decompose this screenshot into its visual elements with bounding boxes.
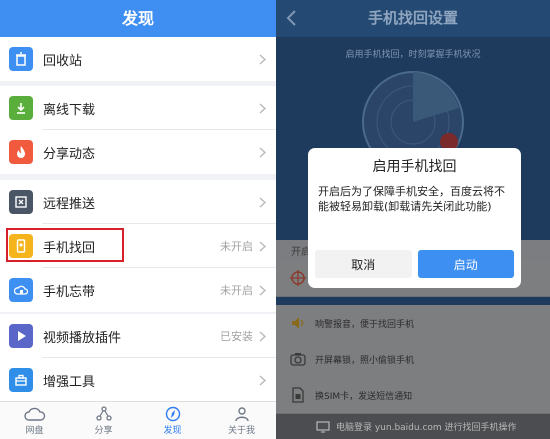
settings-subtitle: 启用手机找回，时刻掌握手机状况 [345,50,481,60]
flame-icon [9,140,33,164]
chevron-right-icon [259,240,266,252]
item-label: 回收站 [43,53,83,69]
remote-push-icon [9,190,33,214]
download-icon [9,96,33,120]
recycle-bin-icon [9,47,33,71]
person-icon [234,406,249,421]
item-label: 增强工具 [43,374,96,390]
discover-title-bar: 发现 [0,0,276,37]
settings-title-bar: 手机找回设置 [276,0,550,37]
list-item-recycle-bin[interactable]: 回收站 [0,37,276,81]
dialog-title: 启用手机找回 [372,159,457,175]
cancel-button[interactable]: 取消 [315,250,412,278]
cloud-phone-icon [9,278,33,302]
tab-label: 关于我 [227,425,255,436]
option-alarm: 响警报音，便于找回手机 [276,305,550,342]
list-item-share-activity[interactable]: 分享动态 [0,130,276,174]
list-item-remote-push[interactable]: 远程推送 [0,180,276,224]
page-title: 发现 [121,9,154,28]
enable-phone-find-dialog: 启用手机找回 开启后为了保障手机安全，百度云将不能被轻易卸载(卸载请先关闭此功能… [308,148,521,288]
list-item-phone-forgotten[interactable]: 手机忘带 未开启 [0,268,276,312]
bottom-tab-bar: 网盘 分享 发现 关于我 [0,401,276,439]
tab-label: 发现 [163,425,182,436]
sim-card-icon [290,387,306,403]
tab-label: 分享 [94,425,113,436]
item-status: 未开启 [220,284,253,297]
item-label: 视频播放插件 [43,330,122,346]
tab-label: 网盘 [25,425,44,436]
dialog-message: 开启后为了保障手机安全，百度云将不能被轻易卸载(卸载请先关闭此功能) [318,185,505,213]
target-icon [290,270,306,286]
option-screen-lock: 开屏幕锁，照小偷锁手机 [276,341,550,378]
list-item-video-plugin[interactable]: 视频播放插件 已安装 [0,314,276,358]
item-label: 手机忘带 [43,284,96,300]
chevron-right-icon [259,53,266,65]
play-icon [9,324,33,348]
tab-discover[interactable]: 发现 [138,402,207,439]
chevron-right-icon [259,374,266,386]
highlight-box [6,228,124,262]
chevron-right-icon [259,330,266,342]
tab-netdisk[interactable]: 网盘 [0,402,69,439]
settings-title: 手机找回设置 [367,9,458,27]
chevron-right-icon [259,196,266,208]
list-item-enhance-tools[interactable]: 增强工具 [0,358,276,402]
speaker-icon [290,315,306,331]
list-item-offline-download[interactable]: 离线下载 [0,86,276,130]
item-status: 已安装 [220,330,253,343]
discover-panel: 发现 回收站 离线下载 分享动态 远程推送 手机找回 未开启 手机忘带 未开启 … [0,0,276,439]
chevron-right-icon [259,146,266,158]
monitor-icon [316,420,330,433]
option-text: 开屏幕锁，照小偷锁手机 [315,355,415,366]
item-label: 远程推送 [43,196,96,212]
item-status: 未开启 [220,240,253,253]
cloud-icon [23,407,45,421]
camera-icon [290,351,306,367]
dialog-buttons: 取消 启动 [315,250,514,278]
option-sim-change: 换SIM卡，发送短信通知 [276,377,550,414]
tab-share[interactable]: 分享 [69,402,138,439]
toolbox-icon [9,368,33,392]
compass-icon [165,406,180,421]
item-label: 分享动态 [43,146,96,162]
footer-bar: 电脑登录 yun.baidu.com 进行找回手机操作 [276,414,550,439]
share-icon [95,405,112,421]
enable-button[interactable]: 启动 [417,250,514,278]
footer-text: 电脑登录 yun.baidu.com 进行找回手机操作 [336,423,517,433]
option-text: 换SIM卡，发送短信通知 [315,391,413,402]
chevron-right-icon [259,102,266,114]
chevron-right-icon [259,284,266,296]
tab-about-me[interactable]: 关于我 [207,402,276,439]
option-text: 响警报音，便于找回手机 [315,319,415,330]
item-label: 离线下载 [43,102,96,118]
